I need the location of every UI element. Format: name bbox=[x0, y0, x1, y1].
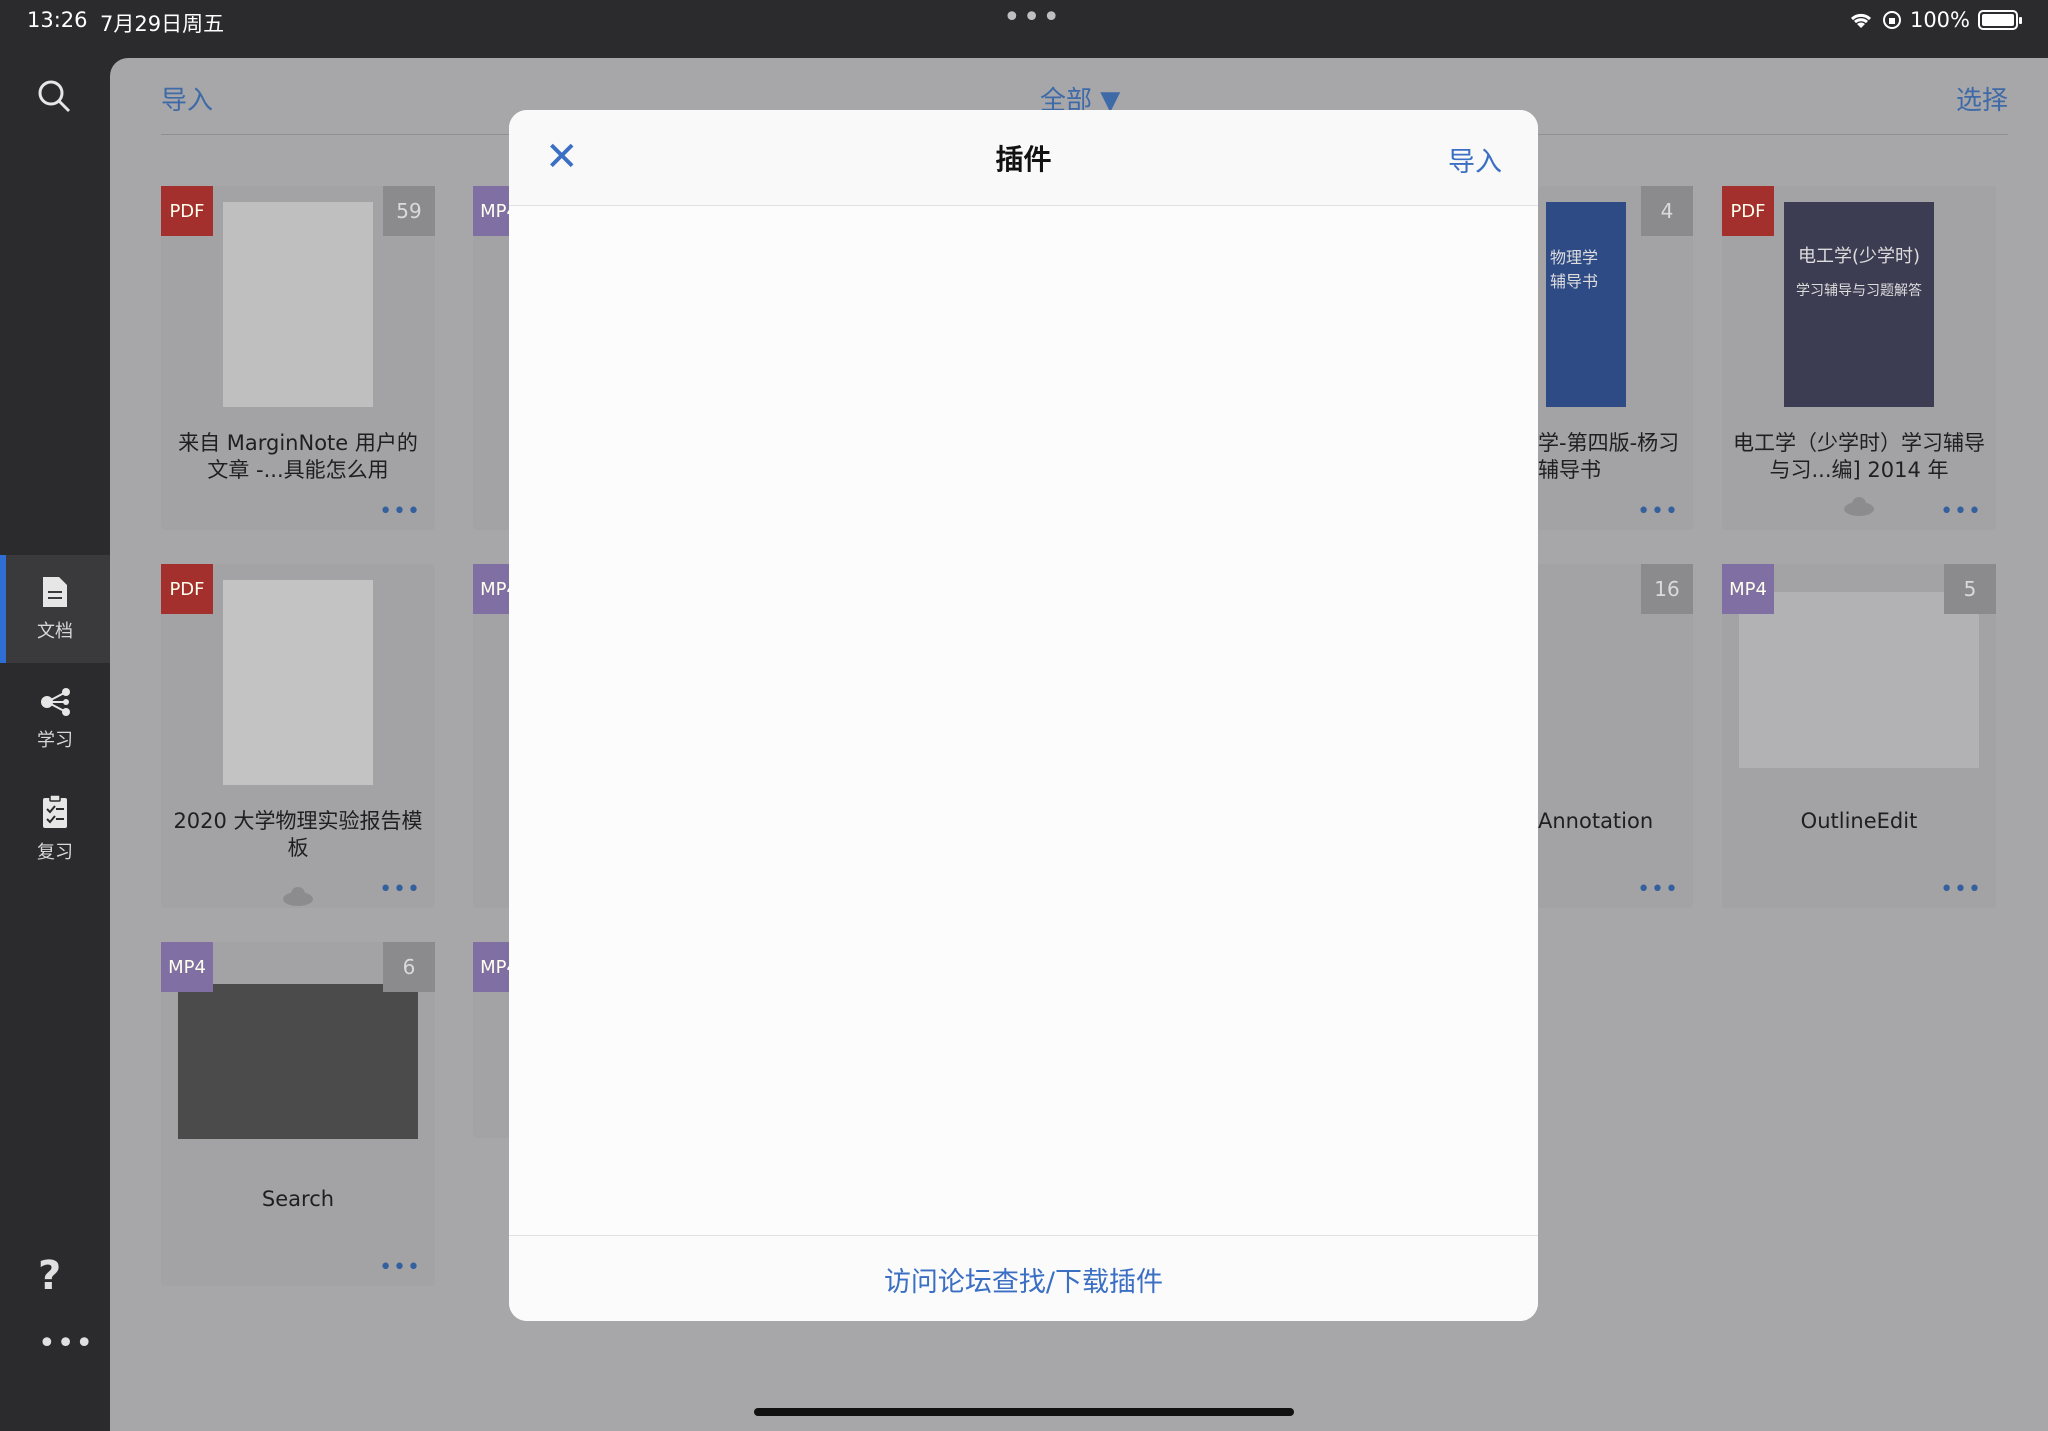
document-title: 2020 大学物理实验报告模板 bbox=[173, 809, 423, 860]
cloud-icon bbox=[283, 887, 313, 906]
select-button[interactable]: 选择 bbox=[1956, 80, 2008, 117]
sidebar-item-label: 复习 bbox=[37, 842, 73, 863]
status-bar: 13:26 7月29日周五 ••• 100% bbox=[0, 0, 2048, 44]
modal-import-button[interactable]: 导入 bbox=[1448, 140, 1502, 179]
thumbnail-text: 学习辅导与习题解答 bbox=[1796, 283, 1922, 299]
battery-icon bbox=[1978, 10, 2022, 30]
wifi-icon bbox=[1850, 13, 1871, 28]
document-card[interactable]: PDF 2020 大学物理实验报告模板 ••• bbox=[161, 564, 435, 908]
document-card[interactable]: PDF 59 来自 MarginNote 用户的文章 -...具能怎么用 ••• bbox=[161, 186, 435, 530]
document-title: 电工学（少学时）学习辅导与习...编] 2014 年 bbox=[1733, 431, 1985, 482]
modal-footer: 访问论坛查找/下载插件 bbox=[509, 1235, 1538, 1321]
count-badge: 4 bbox=[1641, 186, 1693, 236]
orientation-lock-icon bbox=[1882, 11, 1901, 29]
status-right: 100% bbox=[1848, 8, 2022, 32]
clipboard-check-icon bbox=[43, 794, 67, 828]
document-title: 来自 MarginNote 用户的文章 -...具能怎么用 bbox=[178, 431, 418, 482]
mindmap-icon bbox=[41, 688, 70, 716]
document-title: Search bbox=[261, 1187, 335, 1211]
document-thumbnail: 电工学(少学时) 学习辅导与习题解答 bbox=[1784, 202, 1934, 407]
document-thumbnail bbox=[223, 202, 373, 407]
video-thumbnail bbox=[1739, 592, 1979, 768]
more-options-button[interactable]: ••• bbox=[1940, 499, 1982, 524]
document-title: 学-第四版-杨习辅导书 bbox=[1538, 431, 1680, 482]
help-icon[interactable]: ? bbox=[38, 1253, 61, 1299]
file-type-badge: PDF bbox=[1722, 186, 1774, 236]
multitask-dots[interactable]: ••• bbox=[1003, 0, 1062, 35]
modal-header: ✕ 插件 导入 bbox=[509, 110, 1538, 206]
home-indicator[interactable] bbox=[754, 1408, 1294, 1416]
more-icon[interactable]: ••• bbox=[38, 1326, 94, 1361]
cloud-icon bbox=[1844, 497, 1874, 516]
thumbnail-text: 辅导书 bbox=[1550, 272, 1599, 291]
document-card[interactable]: 16 Annotation ••• bbox=[1538, 564, 1693, 908]
sidebar-item-study[interactable]: 学习 bbox=[0, 665, 110, 773]
document-title: Annotation bbox=[1538, 809, 1654, 833]
file-type-badge: PDF bbox=[161, 564, 213, 614]
more-options-button[interactable]: ••• bbox=[379, 877, 421, 902]
document-card[interactable]: MP4 6 Search ••• bbox=[161, 942, 435, 1286]
sidebar: 文档 学习 复习 ? ••• bbox=[0, 58, 110, 1431]
more-options-button[interactable]: ••• bbox=[1940, 877, 1982, 902]
document-card[interactable]: MP4 5 OutlineEdit ••• bbox=[1722, 564, 1996, 908]
sidebar-item-label: 文档 bbox=[37, 621, 73, 642]
document-icon bbox=[43, 577, 67, 607]
more-options-button[interactable]: ••• bbox=[379, 1255, 421, 1280]
file-type-badge: MP4 bbox=[161, 942, 213, 992]
search-icon[interactable] bbox=[36, 78, 72, 114]
document-card[interactable]: 物理学 辅导书 4 学-第四版-杨习辅导书 ••• bbox=[1538, 186, 1693, 530]
thumbnail-text: 物理学 bbox=[1550, 248, 1599, 267]
modal-title: 插件 bbox=[995, 143, 1052, 176]
more-options-button[interactable]: ••• bbox=[379, 499, 421, 524]
document-card[interactable]: MP4 bbox=[473, 186, 525, 530]
status-date: 7月29日周五 bbox=[100, 12, 225, 36]
sidebar-item-documents[interactable]: 文档 bbox=[0, 555, 110, 663]
file-type-badge: PDF bbox=[161, 186, 213, 236]
more-options-button[interactable]: ••• bbox=[1637, 499, 1679, 524]
file-type-badge: MP4 bbox=[1722, 564, 1774, 614]
count-badge: 59 bbox=[383, 186, 435, 236]
document-title: OutlineEdit bbox=[1800, 809, 1918, 833]
document-card[interactable]: MP4 bbox=[473, 942, 525, 1138]
plugins-modal: ✕ 插件 导入 访问论坛查找/下载插件 bbox=[509, 110, 1538, 1321]
plugin-list bbox=[509, 207, 1538, 1235]
thumbnail-text: 电工学(少学时) bbox=[1797, 246, 1921, 267]
document-thumbnail: 物理学 辅导书 bbox=[1546, 202, 1626, 407]
count-badge: 16 bbox=[1641, 564, 1693, 614]
forum-plugins-link[interactable]: 访问论坛查找/下载插件 bbox=[509, 1260, 1538, 1299]
sidebar-item-label: 学习 bbox=[37, 730, 73, 751]
status-time: 13:26 bbox=[27, 8, 88, 32]
import-button[interactable]: 导入 bbox=[161, 80, 213, 117]
more-options-button[interactable]: ••• bbox=[1637, 877, 1679, 902]
count-badge: 5 bbox=[1944, 564, 1996, 614]
document-card[interactable]: MP4 bbox=[473, 564, 525, 908]
document-thumbnail bbox=[223, 580, 373, 785]
video-thumbnail bbox=[178, 984, 418, 1139]
battery-percent: 100% bbox=[1909, 8, 1970, 32]
sidebar-item-review[interactable]: 复习 bbox=[0, 775, 110, 883]
count-badge: 6 bbox=[383, 942, 435, 992]
document-card[interactable]: 电工学(少学时) 学习辅导与习题解答 PDF 电工学（少学时）学习辅导与习...… bbox=[1722, 186, 1996, 530]
